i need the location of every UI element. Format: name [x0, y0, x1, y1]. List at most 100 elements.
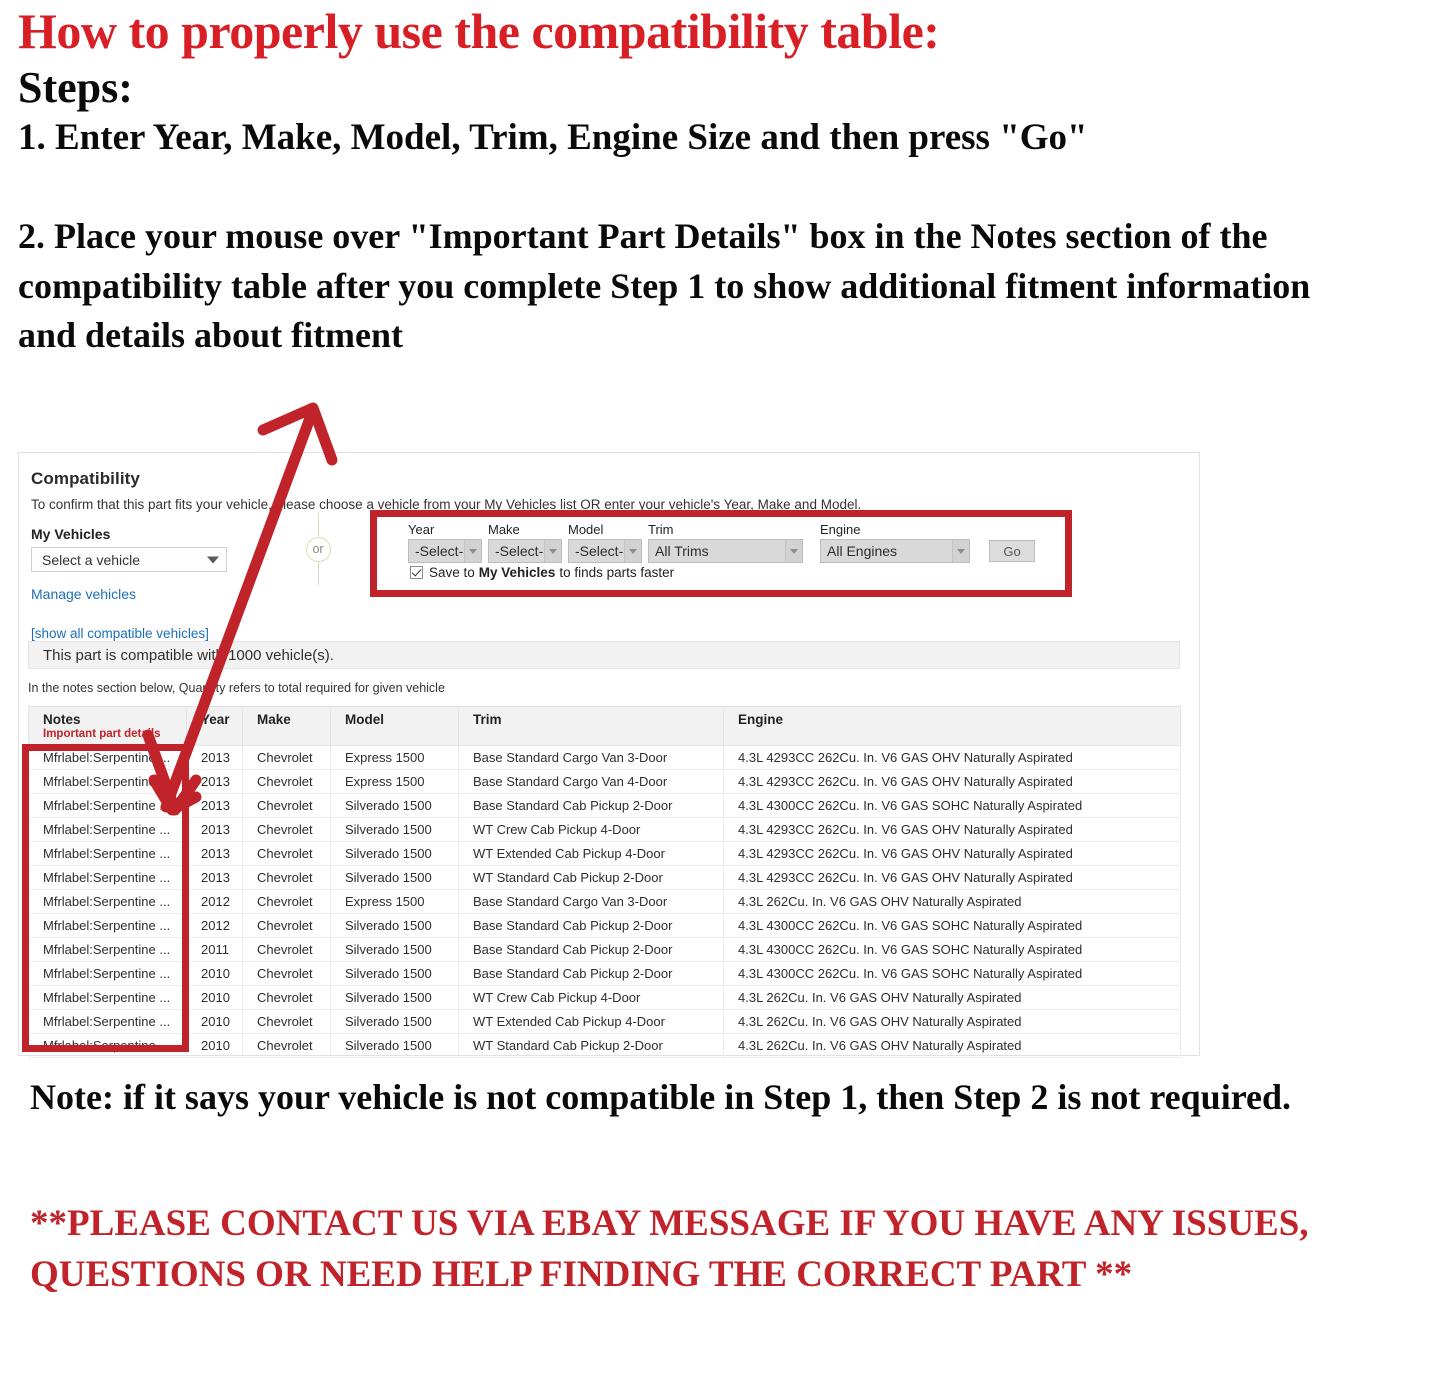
cell-make: Chevrolet — [242, 1033, 331, 1058]
model-select[interactable]: -Select- — [568, 539, 642, 563]
cell-make: Chevrolet — [242, 865, 331, 890]
cell-notes[interactable]: Mfrlabel:Serpentine ... — [28, 985, 187, 1010]
column-header-notes[interactable]: Notes Important part details — [28, 706, 187, 746]
cell-trim: Base Standard Cab Pickup 2-Door — [458, 913, 724, 938]
or-divider: or — [301, 513, 335, 585]
cell-model: Express 1500 — [330, 889, 459, 914]
save-checkbox[interactable] — [410, 566, 423, 579]
table-row[interactable]: Mfrlabel:Serpentine ... 2013 Chevrolet Silv… — [28, 865, 1181, 890]
table-body: Mfrlabel:Serpentine ... 2013 Chevrolet Expr… — [28, 745, 1181, 1058]
cell-make: Chevrolet — [242, 1009, 331, 1034]
cell-notes[interactable]: Mfrlabel:Serpentine ... — [28, 865, 187, 890]
table-row[interactable]: Mfrlabel:Serpentine ... 2010 Chevrolet Silv… — [28, 1033, 1181, 1058]
column-header-model[interactable]: Model — [330, 706, 459, 746]
table-row[interactable]: Mfrlabel:Serpentine ... 2013 Chevrolet Expr… — [28, 745, 1181, 770]
cell-model: Silverado 1500 — [330, 1009, 459, 1034]
table-row[interactable]: Mfrlabel:Serpentine ... 2010 Chevrolet Silv… — [28, 1009, 1181, 1034]
manage-vehicles-link[interactable]: Manage vehicles — [31, 586, 136, 602]
compatible-count-banner: This part is compatible with 1000 vehicl… — [28, 641, 1180, 669]
save-bold-label: My Vehicles — [478, 565, 556, 580]
footer-contact: **PLEASE CONTACT US VIA EBAY MESSAGE IF … — [30, 1203, 1309, 1296]
cell-engine: 4.3L 4300CC 262Cu. In. V6 GAS SOHC Natur… — [723, 937, 1181, 962]
cell-notes[interactable]: Mfrlabel:Serpentine ... — [28, 793, 187, 818]
model-label: Model — [568, 522, 604, 537]
cell-notes[interactable]: Mfrlabel:Serpentine ... — [28, 961, 187, 986]
cell-notes[interactable]: Mfrlabel:Serpentine ... — [28, 817, 187, 842]
my-vehicles-select[interactable]: Select a vehicle — [31, 547, 227, 572]
year-select[interactable]: -Select- — [408, 539, 482, 563]
cell-make: Chevrolet — [242, 841, 331, 866]
cell-notes[interactable]: Mfrlabel:Serpentine ... — [28, 937, 187, 962]
cell-year: 2012 — [186, 913, 243, 938]
cell-model: Silverado 1500 — [330, 937, 459, 962]
save-suffix-label: to finds parts faster — [559, 565, 675, 580]
cell-trim: Base Standard Cab Pickup 2-Door — [458, 937, 724, 962]
cell-trim: Base Standard Cab Pickup 2-Door — [458, 793, 724, 818]
cell-trim: WT Extended Cab Pickup 4-Door — [458, 1009, 724, 1034]
year-value: -Select- — [415, 543, 464, 559]
notes-header-label: Notes — [43, 712, 81, 727]
cell-notes[interactable]: Mfrlabel:Serpentine ... — [28, 1033, 187, 1058]
cell-notes[interactable]: Mfrlabel:Serpentine ... — [28, 913, 187, 938]
cell-notes[interactable]: Mfrlabel:Serpentine ... — [28, 841, 187, 866]
cell-trim: Base Standard Cargo Van 3-Door — [458, 745, 724, 770]
cell-trim: WT Crew Cab Pickup 4-Door — [458, 985, 724, 1010]
table-row[interactable]: Mfrlabel:Serpentine ... 2012 Chevrolet Silv… — [28, 913, 1181, 938]
cell-year: 2010 — [186, 961, 243, 986]
trim-value: All Trims — [655, 543, 709, 559]
cell-notes[interactable]: Mfrlabel:Serpentine ... — [28, 1009, 187, 1034]
cell-model: Silverado 1500 — [330, 961, 459, 986]
table-row[interactable]: Mfrlabel:Serpentine ... 2013 Chevrolet Silv… — [28, 793, 1181, 818]
cell-engine: 4.3L 4300CC 262Cu. In. V6 GAS SOHC Natur… — [723, 793, 1181, 818]
cell-model: Silverado 1500 — [330, 913, 459, 938]
table-row[interactable]: Mfrlabel:Serpentine ... 2010 Chevrolet Silv… — [28, 961, 1181, 986]
column-header-make[interactable]: Make — [242, 706, 331, 746]
cell-make: Chevrolet — [242, 889, 331, 914]
cell-notes[interactable]: Mfrlabel:Serpentine ... — [28, 769, 187, 794]
show-all-compatible-vehicles-link[interactable]: [show all compatible vehicles] — [31, 626, 209, 641]
table-row[interactable]: Mfrlabel:Serpentine ... 2011 Chevrolet Silv… — [28, 937, 1181, 962]
cell-trim: WT Extended Cab Pickup 4-Door — [458, 841, 724, 866]
cell-make: Chevrolet — [242, 817, 331, 842]
cell-year: 2013 — [186, 865, 243, 890]
cell-engine: 4.3L 4293CC 262Cu. In. V6 GAS OHV Natura… — [723, 769, 1181, 794]
make-select[interactable]: -Select- — [488, 539, 562, 563]
model-field: Model -Select- — [568, 522, 642, 563]
column-header-trim[interactable]: Trim — [458, 706, 724, 746]
save-to-my-vehicles-row[interactable]: Save to My Vehicles to finds parts faste… — [410, 565, 674, 580]
cell-year: 2010 — [186, 1009, 243, 1034]
or-line-top — [317, 513, 319, 537]
cell-make: Chevrolet — [242, 745, 331, 770]
go-button[interactable]: Go — [989, 540, 1035, 562]
compatibility-table: Notes Important part details Year Make M… — [28, 706, 1181, 1058]
column-header-year[interactable]: Year — [186, 706, 243, 746]
table-row[interactable]: Mfrlabel:Serpentine ... 2013 Chevrolet Silv… — [28, 817, 1181, 842]
cell-engine: 4.3L 4300CC 262Cu. In. V6 GAS SOHC Natur… — [723, 961, 1181, 986]
cell-make: Chevrolet — [242, 793, 331, 818]
cell-engine: 4.3L 4293CC 262Cu. In. V6 GAS OHV Natura… — [723, 817, 1181, 842]
cell-trim: WT Standard Cab Pickup 2-Door — [458, 1033, 724, 1058]
cell-trim: Base Standard Cab Pickup 2-Door — [458, 961, 724, 986]
trim-select[interactable]: All Trims — [648, 539, 803, 563]
engine-select[interactable]: All Engines — [820, 539, 970, 563]
cell-model: Express 1500 — [330, 769, 459, 794]
year-field: Year -Select- — [408, 522, 482, 563]
cell-engine: 4.3L 4293CC 262Cu. In. V6 GAS OHV Natura… — [723, 841, 1181, 866]
table-row[interactable]: Mfrlabel:Serpentine ... 2013 Chevrolet Silv… — [28, 841, 1181, 866]
vehicle-search-form: Year -Select- Make -Select- Model -Selec… — [408, 522, 1035, 563]
page-title: How to properly use the compatibility ta… — [18, 3, 940, 59]
cell-model: Silverado 1500 — [330, 841, 459, 866]
cell-year: 2010 — [186, 985, 243, 1010]
chevron-down-icon — [624, 540, 641, 562]
table-header-row: Notes Important part details Year Make M… — [28, 706, 1181, 746]
important-part-details-label[interactable]: Important part details — [43, 728, 186, 740]
table-row[interactable]: Mfrlabel:Serpentine ... 2010 Chevrolet Silv… — [28, 985, 1181, 1010]
make-label: Make — [488, 522, 520, 537]
table-row[interactable]: Mfrlabel:Serpentine ... 2012 Chevrolet Expr… — [28, 889, 1181, 914]
cell-model: Express 1500 — [330, 745, 459, 770]
my-vehicles-selected-value: Select a vehicle — [42, 551, 141, 568]
cell-notes[interactable]: Mfrlabel:Serpentine ... — [28, 745, 187, 770]
cell-notes[interactable]: Mfrlabel:Serpentine ... — [28, 889, 187, 914]
column-header-engine[interactable]: Engine — [723, 706, 1181, 746]
table-row[interactable]: Mfrlabel:Serpentine ... 2013 Chevrolet Expr… — [28, 769, 1181, 794]
